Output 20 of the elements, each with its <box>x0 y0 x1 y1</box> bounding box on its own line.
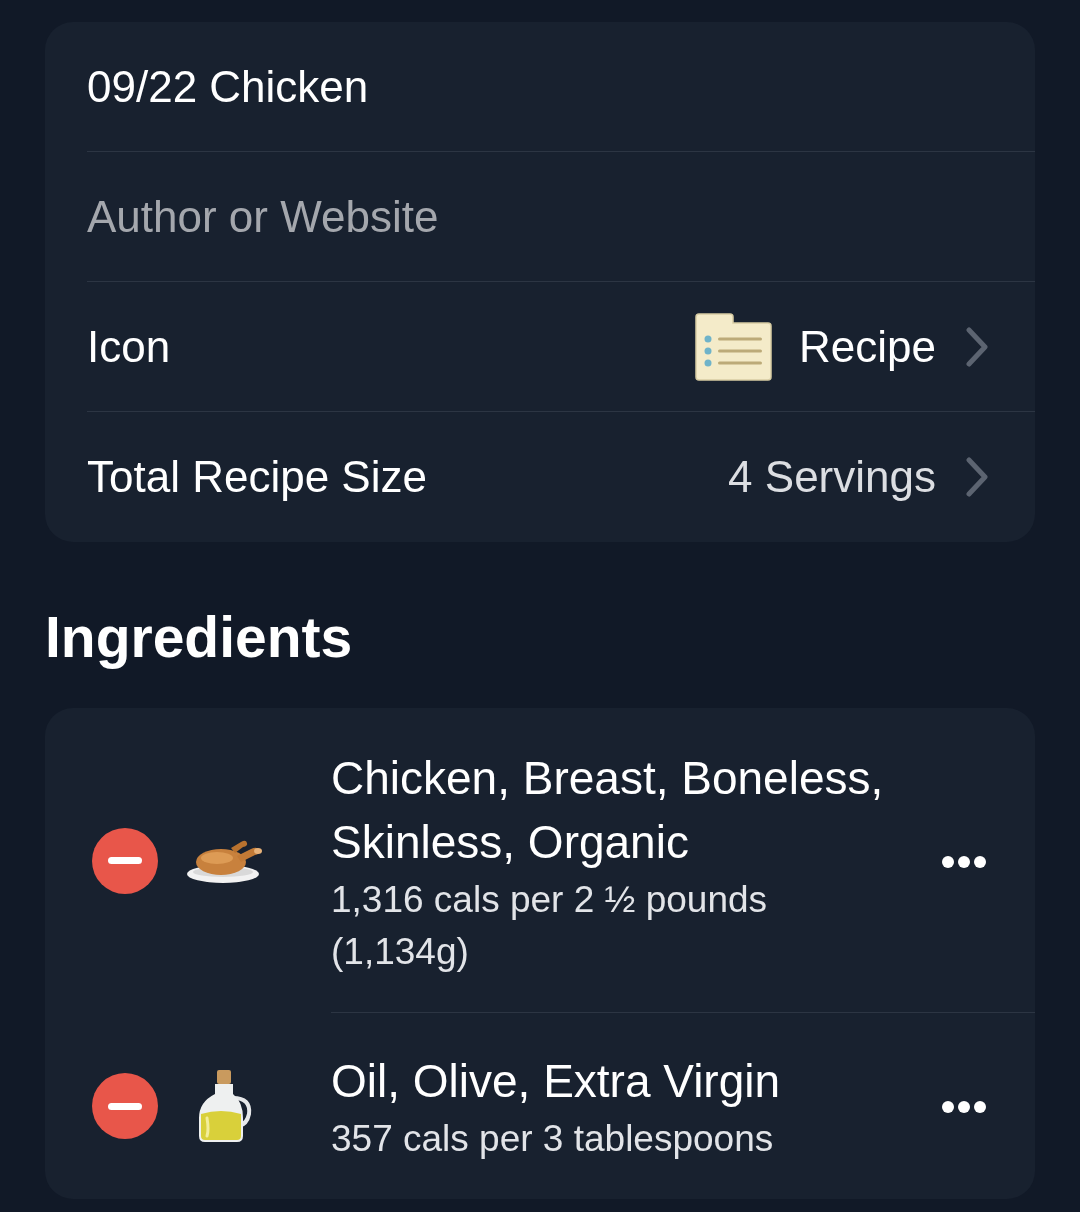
ellipsis-icon <box>942 1101 986 1113</box>
ingredient-name: Chicken, Breast, Boneless, Skinless, Organic <box>331 751 885 870</box>
more-button[interactable] <box>942 1101 986 1113</box>
author-field[interactable]: Author or Website <box>87 188 988 245</box>
section-heading: Ingredients <box>45 604 354 671</box>
minus-icon <box>108 1102 142 1110</box>
ingredient-calories: 1,316 cals per 2 ½ pounds (1,134g) <box>331 878 769 974</box>
chevron-icon <box>966 457 988 497</box>
recipe-name-field[interactable]: 09/22 Chicken <box>87 58 988 115</box>
list-folder-icon <box>694 312 773 381</box>
ellipsis-icon <box>942 856 986 868</box>
more-button[interactable] <box>942 856 986 868</box>
row-label: Icon <box>87 321 171 372</box>
minus-icon <box>108 857 142 864</box>
chevron-icon <box>966 326 988 367</box>
ingredient-calories: 357 cals per 3 tablespoons <box>331 1117 775 1161</box>
row-value[interactable]: 4 Servings <box>728 452 936 502</box>
row-value[interactable]: Recipe <box>799 321 936 372</box>
row-label: Total Recipe Size <box>87 452 427 502</box>
ingredient-name: Oil, Olive, Extra Virgin <box>331 1054 782 1109</box>
